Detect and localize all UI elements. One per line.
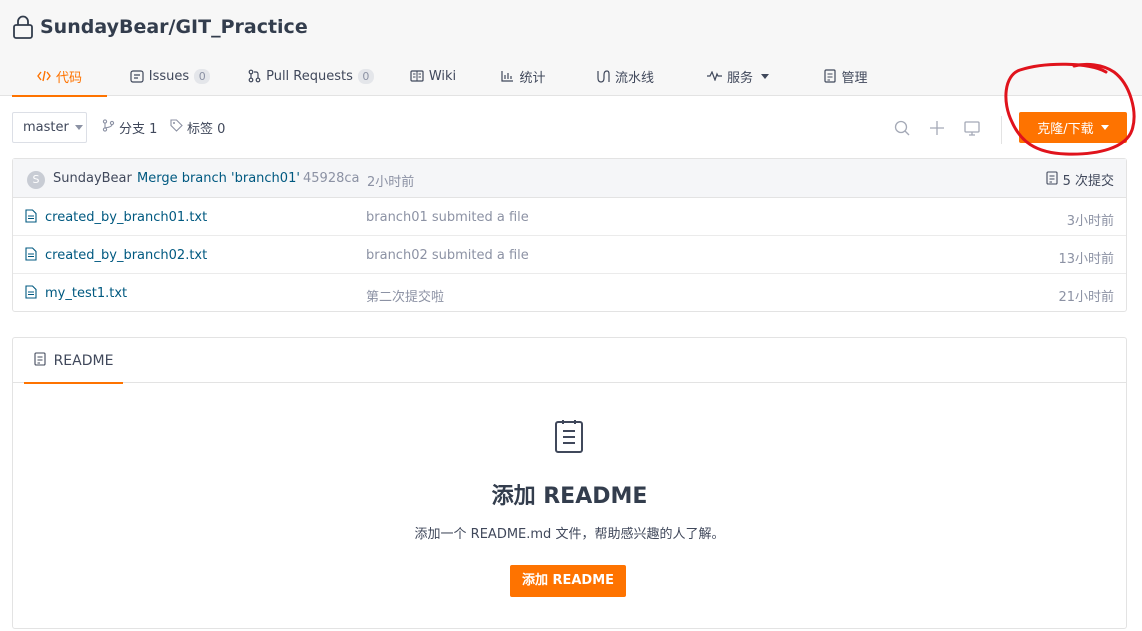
search-icon[interactable] [892,118,912,138]
chevron-down-icon [761,73,769,79]
document-icon [553,418,585,458]
tags-link[interactable]: 标签 0 [170,112,225,143]
clone-download-label: 克隆/下载 [1037,122,1094,137]
commit-count-link[interactable]: 5 次提交 [1046,170,1114,189]
tab-service[interactable]: 服务 [680,56,796,96]
branch-select-value: master [23,120,69,135]
file-time: 13小时前 [1058,252,1114,267]
tab-label: Wiki [428,68,457,84]
readme-header: README [13,338,1126,384]
tags-label: 标签 0 [187,122,226,137]
issues-count-badge: 0 [194,68,211,84]
file-list: S SundayBear Merge branch 'branch01' 459… [12,158,1127,312]
file-name-link[interactable]: created_by_branch01.txt [45,210,207,225]
empty-readme-title: 添加 README [491,484,648,509]
commit-author[interactable]: SundayBear [53,171,132,186]
tag-icon [170,119,183,136]
chevron-down-icon [1100,125,1109,130]
branch-icon [102,119,115,136]
readme-tab-label: README [53,352,114,369]
tab-label: 服务 [726,70,753,86]
file-time: 3小时前 [1066,214,1114,229]
file-row: created_by_branch01.txt branch01 submite… [13,198,1126,236]
tab-label: 管理 [841,70,868,86]
stats-icon [501,70,514,82]
tab-label: 统计 [519,70,546,86]
file-icon [25,285,37,303]
manage-icon [824,69,837,83]
file-commit-message[interactable]: branch01 submited a file [366,210,529,225]
add-file-icon[interactable] [927,118,947,138]
file-time: 21小时前 [1058,290,1114,305]
repo-name-link[interactable]: SundayBear/GIT_Practice [40,16,308,38]
pr-count-badge: 0 [357,68,374,84]
avatar[interactable]: S [27,171,45,189]
tab-pull-requests[interactable]: Pull Requests 0 [233,56,389,96]
commit-message-link[interactable]: Merge branch 'branch01' [137,171,300,186]
issues-icon [130,69,144,83]
file-row: created_by_branch02.txt branch02 submite… [13,236,1126,274]
tab-label: Pull Requests [266,68,353,84]
toolbar-divider [1001,116,1002,144]
repo-toolbar: master 分支 1 标签 0 克隆/下载 [12,112,1127,144]
file-icon [25,209,37,227]
file-name-link[interactable]: my_test1.txt [45,286,127,301]
tab-code[interactable]: 代码 [12,56,107,97]
tab-label: 流水线 [614,70,654,86]
file-row: my_test1.txt 第二次提交啦 21小时前 [13,274,1126,312]
file-icon [25,247,37,265]
wiki-icon [410,70,424,82]
code-icon [37,70,51,82]
file-commit-message[interactable]: 第二次提交啦 [366,286,444,305]
tab-wiki[interactable]: Wiki [389,56,477,96]
branches-link[interactable]: 分支 1 [102,112,157,143]
commit-sha-link[interactable]: 45928ca [303,171,359,186]
service-icon [706,71,722,81]
readme-icon [34,351,46,370]
branch-select[interactable]: master [12,112,87,143]
tab-issues[interactable]: Issues 0 [107,56,233,96]
commits-icon [1046,170,1058,189]
web-ide-icon[interactable] [962,118,982,138]
repo-header: SundayBear/GIT_Practice 代码 Issues 0 Pull… [0,0,1142,97]
tab-label: Issues [148,68,190,84]
commit-time: 2小时前 [367,175,415,190]
tab-stats[interactable]: 统计 [477,56,570,96]
tab-manage[interactable]: 管理 [796,56,896,96]
add-readme-button[interactable]: 添加 README [510,565,626,597]
tab-readme[interactable]: README [24,338,123,384]
pull-request-icon [248,69,261,83]
chevron-down-icon [74,125,83,130]
repo-title: SundayBear/GIT_Practice [12,14,308,40]
commit-count-label: 5 次提交 [1062,174,1114,189]
tab-label: 代码 [55,70,82,86]
file-commit-message[interactable]: branch02 submited a file [366,248,529,263]
readme-panel: README 添加 README 添加一个 README.md 文件，帮助感兴趣… [12,337,1127,629]
tab-pipeline[interactable]: 流水线 [570,56,680,96]
latest-commit-row: S SundayBear Merge branch 'branch01' 459… [13,159,1126,198]
repo-tabs: 代码 Issues 0 Pull Requests 0 Wiki 统计 流水线 … [12,56,896,97]
file-name-link[interactable]: created_by_branch02.txt [45,248,207,263]
pipeline-icon [596,69,610,83]
clone-download-button[interactable]: 克隆/下载 [1019,112,1127,143]
lock-icon [12,15,34,39]
empty-readme-description: 添加一个 README.md 文件，帮助感兴趣的人了解。 [414,527,725,542]
branches-label: 分支 1 [119,122,158,137]
